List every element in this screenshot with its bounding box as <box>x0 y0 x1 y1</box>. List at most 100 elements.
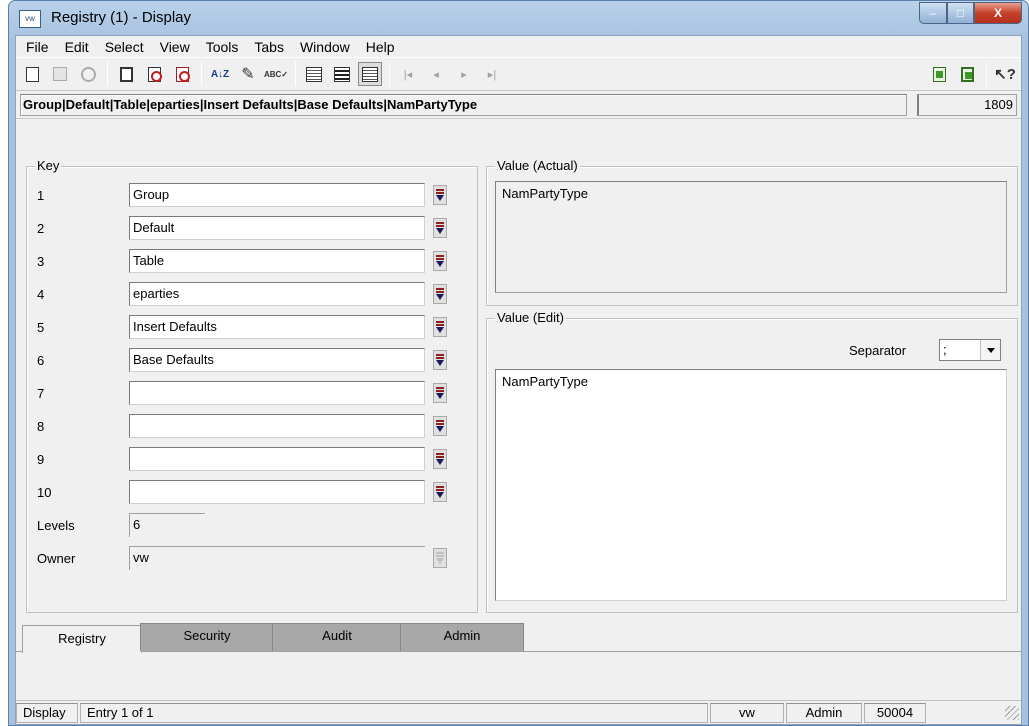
key-lookup-icon[interactable] <box>433 251 447 271</box>
registry-path: Group|Default|Table|eparties|Insert Defa… <box>20 93 907 116</box>
report-icon[interactable] <box>927 62 951 86</box>
chevron-down-icon[interactable] <box>980 340 1000 360</box>
delete-icon[interactable] <box>142 62 166 86</box>
key-row: 3 Table <box>37 249 447 273</box>
key-row-number: 7 <box>37 385 45 401</box>
toolbar-right: ↖? <box>927 62 1021 86</box>
key-lookup-icon[interactable] <box>433 317 447 337</box>
whats-this-icon[interactable]: ↖? <box>993 62 1017 86</box>
cancel-icon[interactable] <box>76 62 100 86</box>
key-field-3[interactable]: Table <box>129 249 425 273</box>
toolbar-separator <box>986 62 987 86</box>
tab-strip: Registry Security Audit Admin <box>22 623 524 653</box>
key-lookup-icon[interactable] <box>433 185 447 205</box>
minimize-button[interactable]: – <box>919 2 947 24</box>
key-group-title: Key <box>35 158 62 173</box>
key-row-number: 4 <box>37 286 45 302</box>
menu-edit[interactable]: Edit <box>57 39 97 55</box>
next-record-icon[interactable]: ▸ <box>452 62 476 86</box>
value-actual-title: Value (Actual) <box>495 158 580 173</box>
window-title: Registry (1) - Display <box>51 9 192 26</box>
caption-buttons: – □ X <box>919 2 1022 24</box>
key-row: 9 <box>37 447 447 471</box>
value-edit-group: Value (Edit) Separator ; NamPartyType <box>486 310 1018 613</box>
levels-label: Levels <box>37 517 75 533</box>
key-lookup-icon[interactable] <box>433 449 447 469</box>
owner-row: Owner vw <box>37 546 447 570</box>
spellcheck-icon[interactable]: ABC✓ <box>264 62 288 86</box>
key-lookup-icon[interactable] <box>433 416 447 436</box>
value-edit-text[interactable]: NamPartyType <box>495 369 1007 601</box>
edit-icon[interactable]: ✎ <box>236 62 260 86</box>
toolbar-separator <box>107 62 108 86</box>
last-record-icon[interactable]: ▸| <box>480 62 504 86</box>
menu-view[interactable]: View <box>152 39 198 55</box>
tab-strip-line <box>16 651 1021 652</box>
key-row: 2 Default <box>37 216 447 240</box>
sort-icon[interactable]: A↓Z <box>208 62 232 86</box>
key-lookup-icon[interactable] <box>433 350 447 370</box>
key-row-number: 8 <box>37 418 45 434</box>
toolbar-separator <box>389 62 390 86</box>
view-form-icon[interactable] <box>330 62 354 86</box>
menu-select[interactable]: Select <box>97 39 152 55</box>
owner-lookup-icon <box>433 548 447 568</box>
key-field-7[interactable] <box>129 381 425 405</box>
new-icon[interactable] <box>20 62 44 86</box>
key-field-2[interactable]: Default <box>129 216 425 240</box>
status-entry: Entry 1 of 1 <box>80 702 708 723</box>
key-lookup-icon[interactable] <box>433 383 447 403</box>
report-green-icon[interactable] <box>955 62 979 86</box>
menu-help[interactable]: Help <box>358 39 403 55</box>
key-lookup-icon[interactable] <box>433 218 447 238</box>
tab-audit[interactable]: Audit <box>272 623 402 651</box>
menu-window[interactable]: Window <box>292 39 358 55</box>
view-detail-icon[interactable] <box>358 62 382 86</box>
key-row-number: 9 <box>37 451 45 467</box>
key-field-1[interactable]: Group <box>129 183 425 207</box>
app-icon[interactable]: vw <box>19 10 41 28</box>
key-field-5[interactable]: Insert Defaults <box>129 315 425 339</box>
prev-record-icon[interactable]: ◂ <box>424 62 448 86</box>
key-group: Key 1 Group 2 Default 3 Table 4 eparties 5 In… <box>26 158 478 613</box>
value-actual-text: NamPartyType <box>495 181 1007 293</box>
record-count: 1809 <box>917 93 1017 116</box>
resize-grip[interactable] <box>1005 705 1019 720</box>
key-field-10[interactable] <box>129 480 425 504</box>
separator-label: Separator <box>849 343 907 358</box>
maximize-button[interactable]: □ <box>947 2 974 24</box>
menu-bar: File Edit Select View Tools Tabs Window … <box>16 36 1021 57</box>
owner-field: vw <box>129 546 425 570</box>
close-button[interactable]: X <box>974 2 1022 24</box>
key-row-number: 6 <box>37 352 45 368</box>
export-icon[interactable] <box>114 62 138 86</box>
separator-dropdown[interactable]: ; <box>939 339 1001 361</box>
key-field-8[interactable] <box>129 414 425 438</box>
status-mode: Display <box>16 702 78 723</box>
tab-admin[interactable]: Admin <box>400 623 524 651</box>
key-row: 7 <box>37 381 447 405</box>
menu-tools[interactable]: Tools <box>198 39 247 55</box>
first-record-icon[interactable]: |◂ <box>396 62 420 86</box>
key-row-number: 5 <box>37 319 45 335</box>
save-icon[interactable] <box>48 62 72 86</box>
status-code: 50004 <box>864 702 926 723</box>
key-field-9[interactable] <box>129 447 425 471</box>
owner-label: Owner <box>37 550 76 566</box>
menu-file[interactable]: File <box>18 39 57 55</box>
copy-icon[interactable] <box>170 62 194 86</box>
key-row: 5 Insert Defaults <box>37 315 447 339</box>
key-field-4[interactable]: eparties <box>129 282 425 306</box>
menu-tabs[interactable]: Tabs <box>246 39 292 55</box>
title-bar[interactable]: vw Registry (1) - Display – □ X <box>9 1 1028 35</box>
tab-registry[interactable]: Registry <box>22 625 142 653</box>
key-lookup-icon[interactable] <box>433 482 447 502</box>
key-row: 1 Group <box>37 183 447 207</box>
view-list-icon[interactable] <box>302 62 326 86</box>
key-field-6[interactable]: Base Defaults <box>129 348 425 372</box>
toolbar: A↓Z ✎ ABC✓ |◂ ◂ ▸ ▸| ↖? <box>16 57 1021 91</box>
value-actual-group: Value (Actual) NamPartyType <box>486 158 1018 306</box>
tab-security[interactable]: Security <box>140 623 274 651</box>
key-lookup-icon[interactable] <box>433 284 447 304</box>
key-row-number: 3 <box>37 253 45 269</box>
